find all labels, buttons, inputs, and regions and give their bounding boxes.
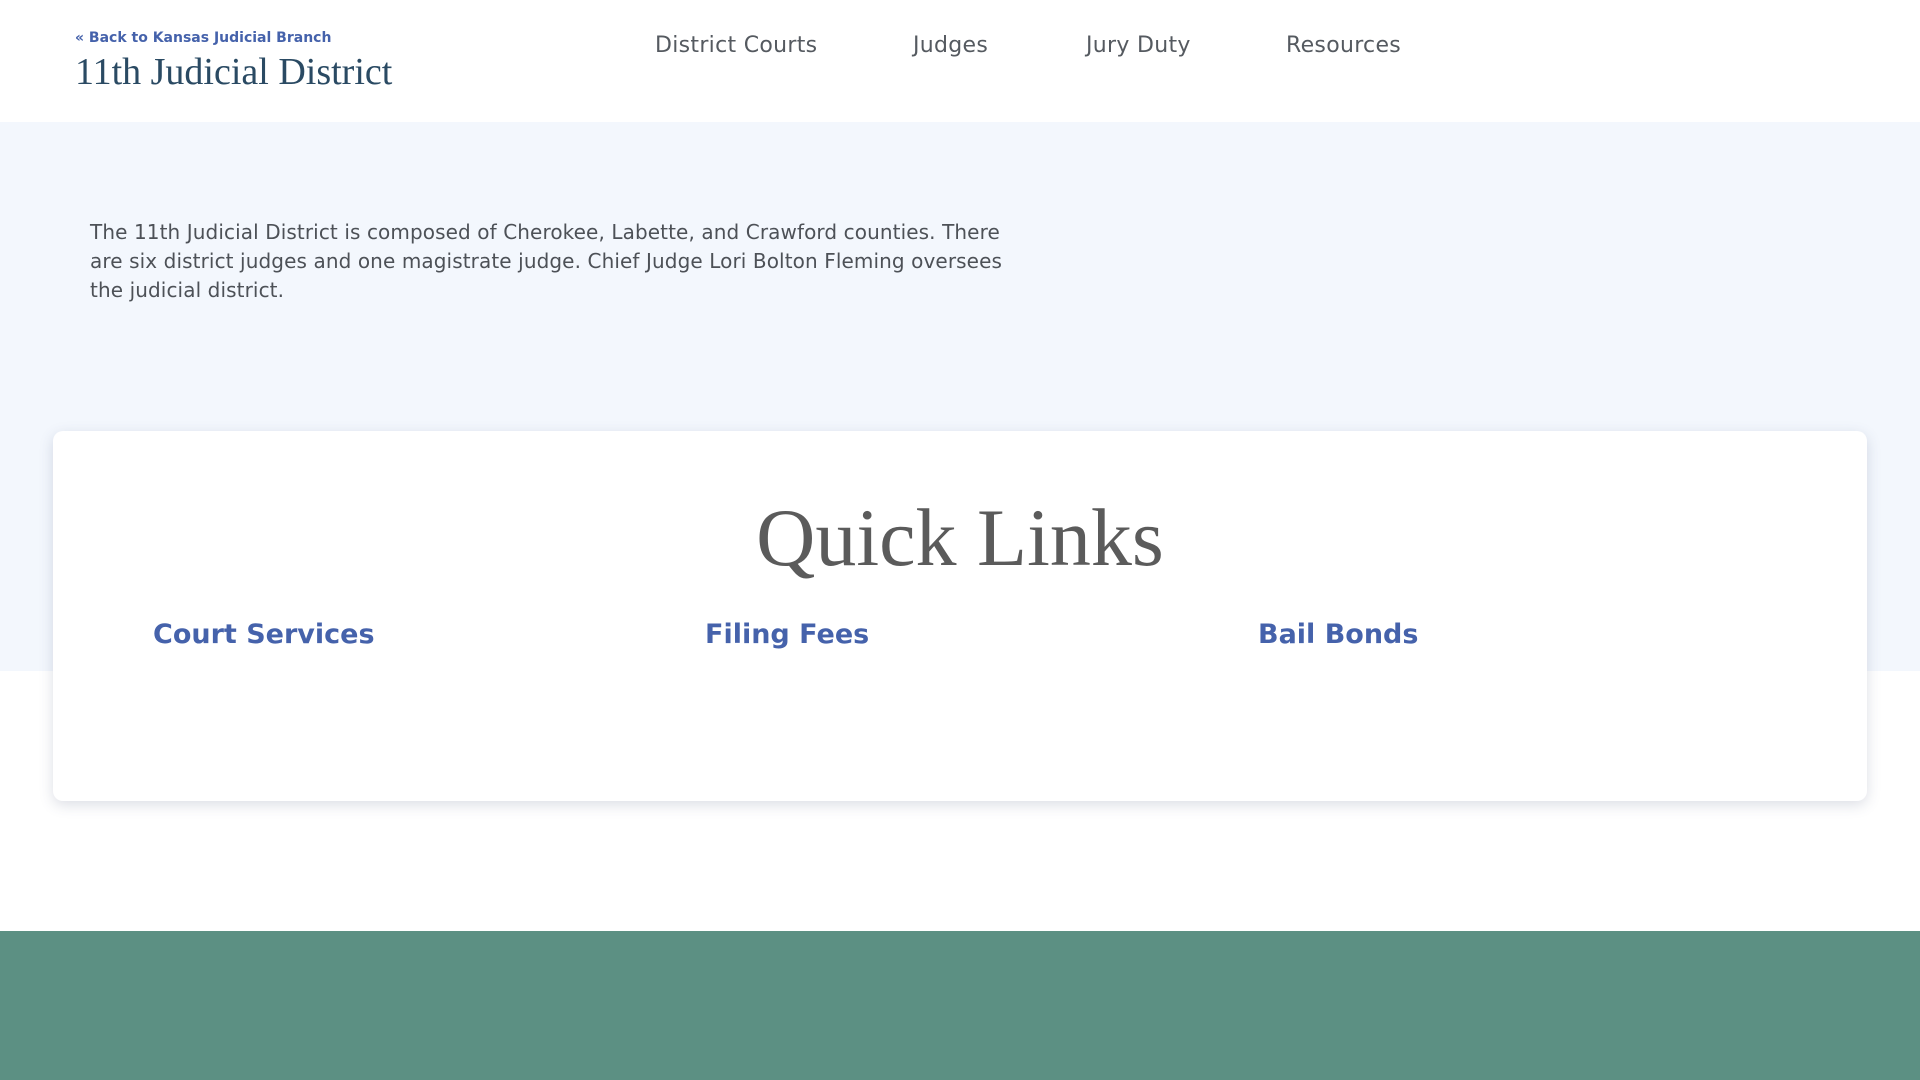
nav-item-jury-duty[interactable]: Jury Duty bbox=[1086, 33, 1191, 58]
site-header: « Back to Kansas Judicial Branch 11th Ju… bbox=[0, 0, 1920, 122]
nav-item-district-courts[interactable]: District Courts bbox=[655, 33, 817, 58]
nav-item-resources[interactable]: Resources bbox=[1286, 33, 1401, 58]
quick-link-bail-bonds[interactable]: Bail Bonds bbox=[1258, 619, 1418, 650]
quick-links-card: Quick Links Court Services Filing Fees B… bbox=[53, 431, 1867, 801]
district-intro-text: The 11th Judicial District is composed o… bbox=[90, 220, 1002, 302]
site-footer bbox=[0, 931, 1920, 1080]
nav-item-judges[interactable]: Judges bbox=[913, 33, 988, 58]
quick-link-court-services[interactable]: Court Services bbox=[153, 619, 375, 650]
quick-link-filing-fees[interactable]: Filing Fees bbox=[705, 619, 869, 650]
quick-links-title: Quick Links bbox=[756, 492, 1164, 583]
back-to-kansas-judicial-branch-link[interactable]: « Back to Kansas Judicial Branch bbox=[75, 30, 331, 46]
site-title[interactable]: 11th Judicial District bbox=[75, 50, 392, 94]
